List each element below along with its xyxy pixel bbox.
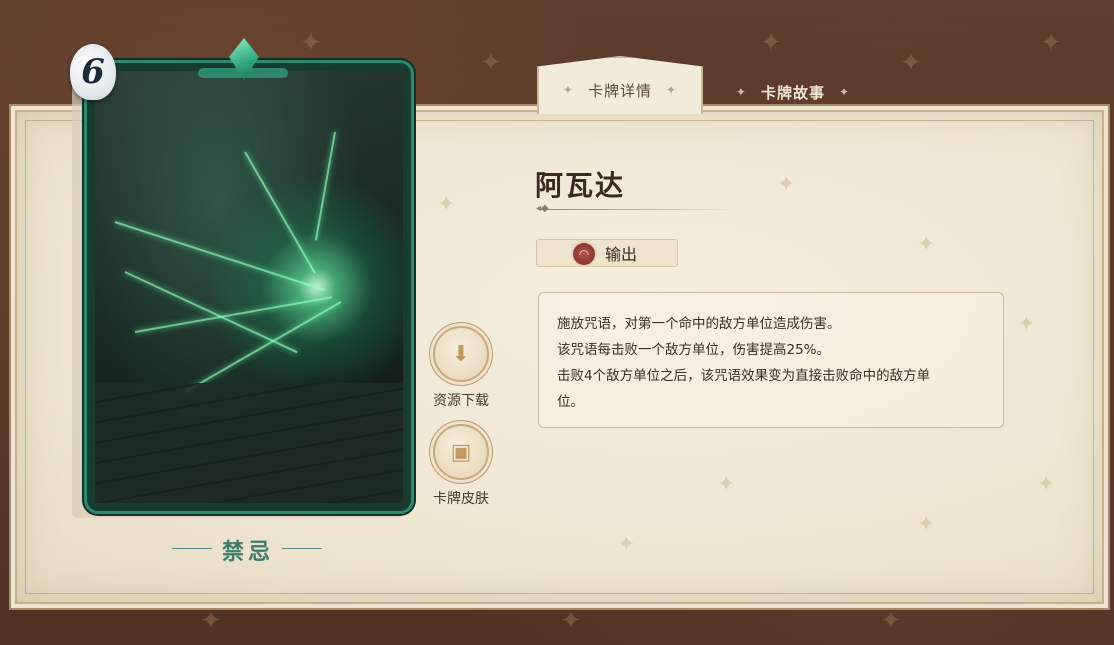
button-label: 卡牌皮肤 [433, 491, 489, 507]
role-label: 输出 [605, 245, 638, 264]
description-box: 施放咒语，对第一个命中的敌方单位造成伤害。 该咒语每击败一个敌方单位，伤害提高2… [538, 292, 1004, 428]
sparkle-decoration: ✦ [480, 48, 502, 78]
rarity-label: 禁忌 [221, 540, 274, 565]
cost-value: 6 [81, 52, 105, 92]
sparkle-decoration: ✦ [560, 606, 582, 636]
money-bag-download-icon: ⬇ [433, 326, 489, 382]
card-frame [84, 60, 414, 514]
green-lightning-curse-art [95, 71, 403, 503]
tab-label: 卡牌详情 [587, 81, 652, 100]
description-line: 位。 [557, 394, 584, 410]
star-icon: ✦ [562, 83, 574, 97]
sparkle-decoration: ✦ [900, 48, 922, 78]
sparkle-decoration: ✦ [200, 606, 222, 636]
description-line: 击败4个敌方单位之后，该咒语效果变为直接击败命中的敌方单 [557, 368, 931, 384]
tab-card-details[interactable]: ✦ 卡牌详情 ✦ [537, 56, 703, 114]
sparkle-decoration: ✦ [760, 28, 782, 58]
resource-download-button[interactable]: ⬇ 资源下载 [426, 326, 496, 410]
description-line: 施放咒语，对第一个命中的敌方单位造成伤害。 [557, 316, 841, 332]
role-badge: ◠ 输出 [536, 239, 678, 267]
card-skin-button[interactable]: ▣ 卡牌皮肤 [426, 424, 496, 508]
tab-label: 卡牌故事 [760, 83, 825, 102]
cost-badge: 6 [70, 44, 116, 100]
description-line: 该咒语每击败一个敌方单位，伤害提高25%。 [557, 342, 831, 358]
sparkle-decoration: ✦ [880, 606, 902, 636]
sparkle-decoration: ✦ [1040, 28, 1062, 58]
card-skin-icon: ▣ [433, 424, 489, 480]
star-icon: ✦ [666, 83, 678, 97]
star-icon: ✦ [839, 85, 851, 99]
sparkle-decoration: ✦ [300, 28, 322, 58]
tab-card-story[interactable]: ✦ 卡牌故事 ✦ [718, 70, 868, 114]
divider [538, 209, 738, 210]
card-name: 阿瓦达 [535, 169, 626, 202]
damage-role-icon: ◠ [573, 243, 595, 265]
button-label: 资源下载 [433, 393, 489, 409]
star-icon: ✦ [735, 85, 747, 99]
